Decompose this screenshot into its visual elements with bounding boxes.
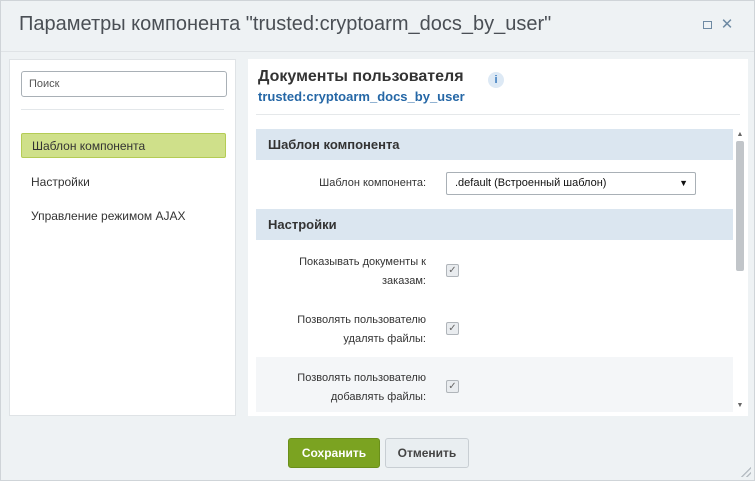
cancel-button[interactable]: Отменить (385, 438, 469, 468)
close-icon[interactable]: ✕ (719, 17, 735, 33)
sidebar-item-settings[interactable]: Настройки (21, 170, 226, 195)
section-header-component-template: Шаблон компонента (256, 129, 733, 160)
scroll-down-icon[interactable]: ▼ (736, 402, 744, 410)
info-icon[interactable]: i (488, 72, 504, 88)
allow-add-checkbox[interactable]: ✓ (446, 380, 459, 393)
field-label-line: Позволять пользователю (297, 372, 426, 384)
component-settings-dialog: Параметры компонента "trusted:cryptoarm_… (0, 0, 755, 481)
sidebar: Шаблон компонента Настройки Управление р… (9, 59, 236, 416)
section-header-settings: Настройки (256, 209, 733, 240)
component-code: trusted:cryptoarm_docs_by_user (258, 89, 465, 104)
sidebar-item-component-template[interactable]: Шаблон компонента (21, 133, 226, 158)
dialog-footer: Сохранить Отменить (1, 424, 754, 481)
header-divider (256, 114, 740, 115)
field-label-line: удалять файлы: (343, 333, 426, 345)
template-select-value: .default (Встроенный шаблон) (455, 177, 607, 189)
show-order-docs-checkbox[interactable]: ✓ (446, 264, 459, 277)
sidebar-divider (21, 109, 224, 110)
dialog-title: Параметры компонента "trusted:cryptoarm_… (19, 13, 552, 35)
field-label-line: добавлять файлы: (330, 391, 426, 403)
main-panel: Документы пользователя i trusted:cryptoa… (248, 59, 748, 416)
scrollbar-thumb[interactable] (736, 141, 744, 271)
field-label-line: Позволять пользователю (297, 314, 426, 326)
resize-grip-icon[interactable] (741, 467, 751, 477)
chevron-down-icon: ▼ (679, 178, 688, 188)
save-button[interactable]: Сохранить (288, 438, 380, 468)
field-label-line: Показывать документы к (299, 256, 426, 268)
field-label-template: Шаблон компонента: (319, 177, 426, 189)
dialog-titlebar[interactable]: Параметры компонента "trusted:cryptoarm_… (1, 1, 754, 52)
search-input[interactable] (21, 71, 227, 97)
field-label-allow-add: Позволять пользователю добавлять файлы: (256, 369, 426, 407)
field-label-show-order-docs: Показывать документы к заказам: (256, 253, 426, 291)
template-select[interactable]: .default (Встроенный шаблон) ▼ (446, 172, 696, 195)
vertical-scrollbar[interactable]: ▲ ▼ (735, 129, 745, 412)
field-label-allow-delete: Позволять пользователю удалять файлы: (256, 311, 426, 349)
scroll-up-icon[interactable]: ▲ (736, 131, 744, 139)
allow-delete-checkbox[interactable]: ✓ (446, 322, 459, 335)
component-title: Документы пользователя (258, 68, 464, 85)
field-label-line: заказам: (382, 275, 426, 287)
parameters-scroll-area[interactable]: Шаблон компонента Шаблон компонента: .de… (256, 129, 733, 412)
sidebar-item-ajax-mode[interactable]: Управление режимом AJAX (21, 204, 226, 229)
maximize-icon[interactable] (699, 17, 715, 33)
